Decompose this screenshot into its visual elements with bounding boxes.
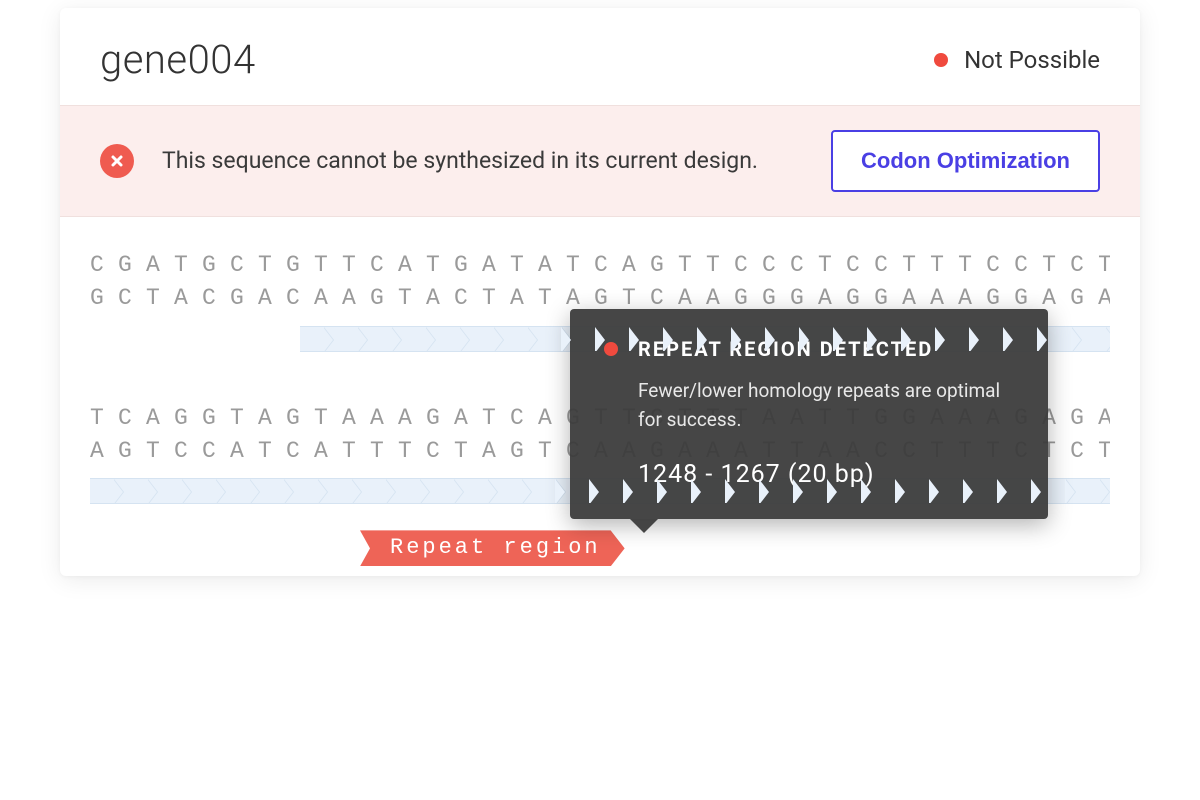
gene-card: gene004 Not Possible This sequence canno… <box>60 8 1140 576</box>
repeat-region-tag[interactable]: Repeat region <box>360 530 625 566</box>
status-dot-icon <box>934 53 948 67</box>
tooltip-status-dot-icon <box>604 342 618 356</box>
gene-title: gene004 <box>100 36 256 83</box>
tooltip-title: REPEAT REGION DETECTED <box>638 337 933 361</box>
codon-optimization-button[interactable]: Codon Optimization <box>831 130 1100 192</box>
error-icon <box>100 144 134 178</box>
synthesis-status: Not Possible <box>934 46 1100 74</box>
error-alert: This sequence cannot be synthesized in i… <box>60 105 1140 217</box>
tooltip-body: Fewer/lower homology repeats are optimal… <box>638 377 1014 434</box>
card-header: gene004 Not Possible <box>60 8 1140 105</box>
sequence-row-1-top: CGATGCTGTTCATGATATCAGTTCCCTCCTTTCCTCTGAG… <box>90 249 1110 282</box>
sequence-viewer[interactable]: CGATGCTGTTCATGATATCAGTTCCCTCCTTTCCTCTGAG… <box>60 217 1140 576</box>
alert-message: This sequence cannot be synthesized in i… <box>162 145 803 176</box>
status-label: Not Possible <box>964 46 1100 74</box>
